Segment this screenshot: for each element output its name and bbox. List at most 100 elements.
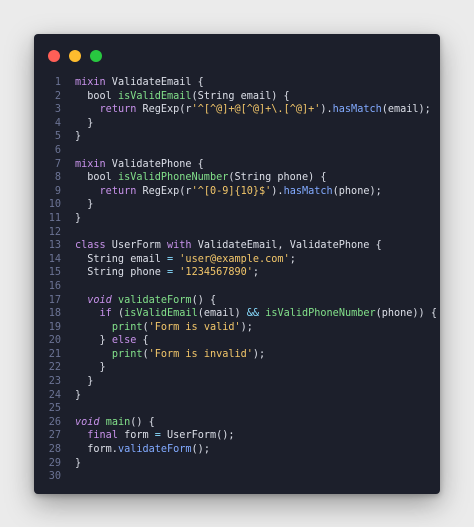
code-token: } — [75, 389, 82, 401]
line-number: 6 — [54, 144, 61, 156]
line-number: 26 — [48, 416, 61, 428]
code-line: 6 — [34, 144, 440, 158]
line-number: 8 — [54, 172, 61, 184]
code-text: class UserForm with ValidateEmail, Valid… — [61, 239, 382, 253]
code-token: bool — [75, 90, 118, 102]
code-text: } — [61, 375, 93, 389]
code-token: RegExp(r — [136, 104, 192, 116]
code-text: } — [61, 117, 93, 131]
code-token: 'Form is invalid' — [148, 348, 253, 360]
code-token: final — [87, 430, 118, 442]
code-token: ValidateEmail { — [105, 77, 204, 88]
maximize-dot-icon[interactable] — [90, 50, 102, 62]
code-line: 12 — [34, 226, 440, 240]
code-line: 14 String email = 'user@example.com'; — [34, 253, 440, 267]
line-number: 20 — [48, 335, 61, 347]
code-text: } — [61, 457, 81, 471]
code-editor[interactable]: 1 mixin ValidateEmail {2 bool isValidEmai… — [34, 76, 440, 484]
code-text: void validateForm() { — [61, 294, 216, 308]
line-number: 27 — [48, 430, 61, 442]
code-text: mixin ValidatePhone { — [61, 158, 204, 172]
code-text: void main() { — [61, 416, 155, 430]
code-token: } — [75, 457, 82, 469]
code-line: 11} — [34, 212, 440, 226]
minimize-dot-icon[interactable] — [69, 50, 81, 62]
code-token: return — [99, 104, 137, 116]
code-token: '1234567890' — [179, 267, 253, 279]
code-line: 3 return RegExp(r'^[^@]+@[^@]+\.[^@]+').… — [34, 103, 440, 117]
code-line: 28 form.validateForm(); — [34, 443, 440, 457]
code-token: String email — [75, 253, 168, 265]
code-token: validateForm — [117, 294, 192, 306]
code-token: String phone — [75, 267, 168, 279]
code-token: } — [75, 362, 106, 374]
code-token: '^[0-9]{10}$' — [191, 185, 272, 197]
line-number: 10 — [48, 199, 61, 211]
code-token: 'Form is valid' — [148, 321, 241, 333]
code-token: UserForm(); — [160, 430, 235, 442]
code-token: '^[^@]+@[^@]+\.[^@]+' — [191, 104, 321, 116]
code-line: 13 class UserForm with ValidateEmail, Val… — [34, 239, 440, 253]
code-text: print('Form is valid'); — [61, 321, 253, 335]
line-number: 14 — [48, 253, 61, 265]
code-token: ( — [111, 308, 125, 320]
code-token: (phone)) { — [375, 308, 437, 320]
code-line: 5} — [34, 130, 440, 144]
code-token: class — [75, 240, 106, 252]
code-line: 2 bool isValidEmail(String email) { — [34, 90, 440, 104]
code-token: RegExp(r — [136, 185, 192, 197]
code-token: } — [75, 131, 82, 143]
code-token: ); — [252, 348, 266, 360]
code-token: ValidateEmail, ValidatePhone { — [191, 240, 382, 252]
code-line: 9 return RegExp(r'^[0-9]{10}$').hasMatch… — [34, 185, 440, 199]
code-token: isValidEmail — [117, 90, 192, 102]
code-text: } — [61, 212, 81, 226]
code-text: String email = 'user@example.com'; — [61, 253, 296, 267]
code-window: 1 mixin ValidateEmail {2 bool isValidEmai… — [34, 34, 440, 494]
code-text: if (isValidEmail(email) && isValidPhoneN… — [61, 307, 437, 321]
line-number: 3 — [54, 104, 61, 116]
code-token: hasMatch — [332, 104, 382, 116]
line-number: 18 — [48, 308, 61, 320]
code-token: () { — [191, 294, 217, 306]
code-token: ; — [289, 253, 296, 265]
line-number: 25 — [48, 403, 61, 415]
code-line: 22 } — [34, 361, 440, 375]
code-text: mixin ValidateEmail { — [61, 76, 204, 90]
code-token: ); — [240, 321, 253, 333]
code-token: form — [117, 430, 155, 442]
line-number: 13 — [48, 240, 61, 252]
line-number: 29 — [48, 457, 61, 469]
code-line: 23 } — [34, 375, 440, 389]
code-token: void — [87, 294, 112, 306]
line-number: 15 — [48, 267, 61, 279]
code-line: 26 void main() { — [34, 416, 440, 430]
code-token: } — [75, 199, 94, 211]
code-token: form. — [75, 444, 118, 456]
code-line: 29} — [34, 457, 440, 471]
code-line: 19 print('Form is valid'); — [34, 321, 440, 335]
code-token: isValidPhoneNumber — [117, 172, 229, 184]
code-token: isValidEmail — [124, 308, 198, 320]
code-token: ). — [271, 185, 284, 197]
line-number: 23 — [48, 376, 61, 388]
code-line: 20 } else { — [34, 334, 440, 348]
code-token: ValidatePhone { — [105, 158, 204, 170]
line-number: 30 — [48, 471, 61, 483]
code-text: print('Form is invalid'); — [61, 348, 265, 362]
code-token: if — [99, 308, 112, 320]
line-number: 4 — [54, 117, 61, 129]
code-token: (email) — [197, 308, 247, 320]
code-token: () { — [130, 416, 155, 428]
line-number: 2 — [54, 90, 61, 102]
code-text: String phone = '1234567890'; — [61, 266, 259, 280]
code-token: main — [105, 416, 131, 428]
close-dot-icon[interactable] — [48, 50, 60, 62]
